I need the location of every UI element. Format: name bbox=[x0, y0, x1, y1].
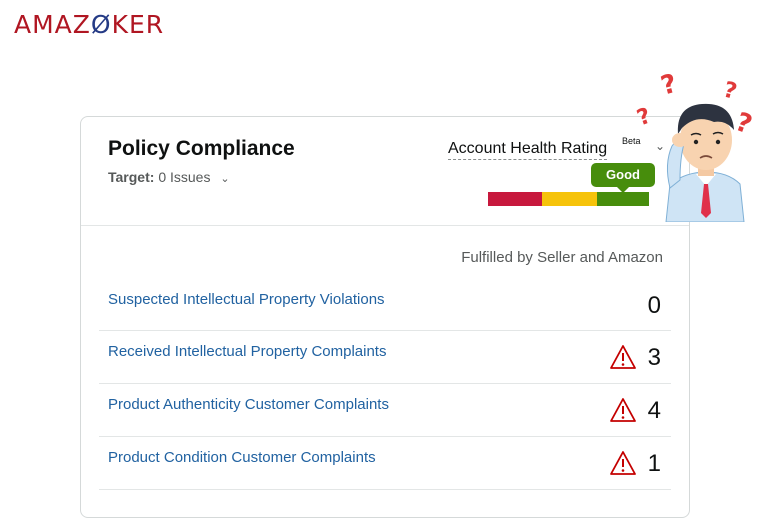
row-count: 1 bbox=[647, 450, 661, 477]
svg-text:?: ? bbox=[731, 107, 755, 140]
svg-text:?: ? bbox=[636, 103, 654, 131]
row-link[interactable]: Suspected Intellectual Property Violatio… bbox=[108, 291, 385, 308]
logo-text-b: Z bbox=[72, 10, 91, 39]
row-link[interactable]: Product Condition Customer Complaints bbox=[108, 449, 376, 466]
target-label: Target: bbox=[108, 169, 155, 185]
row-count: 4 bbox=[647, 397, 661, 424]
policy-compliance-card: Policy Compliance Target: 0 Issues ⌄ Acc… bbox=[80, 116, 690, 518]
svg-text:?: ? bbox=[658, 69, 680, 102]
row-count: 0 bbox=[647, 292, 661, 319]
warning-triangle-icon bbox=[610, 398, 636, 422]
page-title: Policy Compliance bbox=[108, 137, 295, 160]
target-dropdown[interactable]: Target: 0 Issues ⌄ bbox=[108, 169, 230, 185]
logo-accent: Ø bbox=[90, 10, 112, 39]
chevron-down-icon: ⌄ bbox=[220, 173, 230, 185]
compliance-list: Suspected Intellectual Property Violatio… bbox=[99, 279, 671, 490]
row-link[interactable]: Received Intellectual Property Complaint… bbox=[108, 343, 386, 360]
amazoker-logo: AMAZØKER bbox=[14, 10, 164, 39]
warning-triangle-icon bbox=[610, 451, 636, 475]
logo-text-c: KER bbox=[111, 10, 165, 39]
card-header: Policy Compliance Target: 0 Issues ⌄ Acc… bbox=[81, 117, 689, 226]
list-item: Product Condition Customer Complaints 1 bbox=[99, 437, 671, 490]
list-item: Product Authenticity Customer Complaints… bbox=[99, 384, 671, 437]
svg-text:?: ? bbox=[721, 78, 740, 105]
account-health-rating-label[interactable]: Account Health Rating bbox=[448, 140, 608, 160]
target-value: 0 Issues bbox=[158, 169, 211, 185]
list-item: Received Intellectual Property Complaint… bbox=[99, 331, 671, 384]
fulfilled-by-label: Fulfilled by Seller and Amazon bbox=[461, 249, 663, 266]
logo-text-a: AMA bbox=[14, 10, 73, 39]
row-count: 3 bbox=[647, 344, 661, 371]
health-bar-yellow bbox=[542, 192, 597, 206]
list-item: Suspected Intellectual Property Violatio… bbox=[99, 279, 671, 331]
confused-person-illustration: ? ? ? ? bbox=[636, 69, 756, 222]
warning-triangle-icon bbox=[610, 345, 636, 369]
row-link[interactable]: Product Authenticity Customer Complaints bbox=[108, 396, 389, 413]
health-bar-red bbox=[488, 192, 542, 206]
